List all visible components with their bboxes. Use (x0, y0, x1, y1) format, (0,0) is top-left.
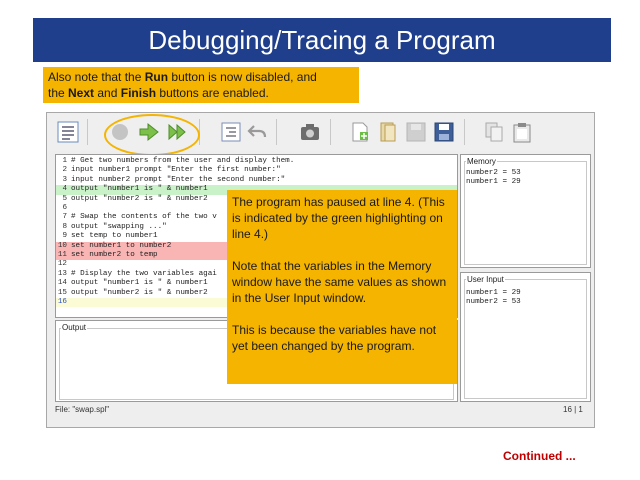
memory-var: number2 = 53 (466, 169, 521, 177)
undo-button[interactable] (246, 121, 268, 143)
user-input-var: number1 = 29 (466, 289, 521, 297)
highlight-ring (104, 114, 200, 156)
line-number: 7 (62, 213, 67, 222)
code-text: set temp to number1 (71, 232, 158, 241)
line-number: 9 (62, 232, 67, 241)
line-number: 10 (57, 241, 67, 250)
memory-panel: Memory number2 = 53 number1 = 29 (460, 154, 591, 268)
line-number: 1 (62, 157, 67, 165)
line-number: 11 (57, 251, 67, 259)
note-text: Also note that the (48, 70, 145, 84)
code-text: output "number2 is " & number2 (71, 194, 208, 203)
memory-var: number1 = 29 (466, 178, 521, 186)
code-text: output "number1 is " & number1 (71, 185, 208, 194)
note-text: the (48, 86, 69, 100)
note-finish-bold: Finish (120, 86, 157, 100)
undo-icon (247, 125, 267, 138)
line-number: 3 (62, 175, 67, 184)
line-number: 2 (62, 166, 67, 175)
indent-icon (221, 122, 241, 142)
code-text: output "swapping ..." (71, 222, 167, 231)
code-text: # Display the two variables agai (71, 269, 217, 278)
code-line[interactable]: 2 input number1 prompt "Enter the first n… (56, 166, 457, 175)
outline-view-button[interactable] (57, 121, 79, 143)
code-line[interactable]: 1 # Get two numbers from the user and dis… (56, 157, 457, 166)
toolbar-separator (87, 119, 88, 145)
callout-paragraph: This is because the variables have not y… (232, 323, 437, 353)
callout-paragraph: Note that the variables in the Memory wi… (232, 259, 447, 305)
code-text: input number2 prompt "Enter the second n… (71, 175, 286, 184)
new-file-button[interactable] (349, 121, 371, 143)
code-text: input number1 prompt "Enter the first nu… (71, 166, 281, 175)
memory-label: Memory (466, 157, 497, 166)
copy-icon (485, 122, 503, 142)
note-text: and (94, 86, 121, 100)
top-note: Also note that the Run button is now dis… (43, 67, 359, 103)
line-number: 13 (57, 269, 67, 278)
user-input-label: User Input (466, 275, 505, 284)
save-button[interactable] (405, 121, 427, 143)
output-label: Output (61, 323, 88, 332)
format-button[interactable] (220, 121, 242, 143)
line-number: 5 (62, 194, 67, 203)
status-file: File: "swap.spl" (55, 405, 110, 414)
line-number: 4 (62, 185, 67, 194)
line-number: 16 (57, 298, 67, 306)
note-text: button is now disabled, and (168, 70, 317, 84)
line-number: 15 (57, 288, 67, 297)
user-input-var: number2 = 53 (466, 298, 521, 306)
user-input-frame (464, 279, 587, 399)
note-next-bold: Next (68, 86, 95, 100)
note-text: buttons are enabled. (156, 86, 269, 100)
code-text: output "number1 is " & number1 (71, 279, 208, 288)
clipboard-icon (513, 123, 531, 143)
continued-label: Continued ... (503, 449, 576, 463)
toolbar-separator (276, 119, 277, 145)
save-as-button[interactable] (433, 121, 455, 143)
save-as-icon (434, 122, 454, 142)
code-text: # Swap the contents of the two v (71, 213, 217, 222)
code-text: set number2 to temp (71, 251, 158, 259)
line-number: 8 (62, 222, 67, 231)
cursor-position: 16 | 1 (563, 405, 583, 414)
open-file-icon (380, 122, 396, 142)
paste-button[interactable] (511, 121, 533, 143)
new-file-icon (352, 122, 368, 142)
camera-icon (301, 124, 319, 140)
toolbar-separator (464, 119, 465, 145)
note-run-bold: Run (144, 70, 169, 84)
save-disabled-icon (406, 122, 426, 142)
open-file-button[interactable] (377, 121, 399, 143)
list-icon (57, 121, 79, 143)
code-text: output "number2 is " & number2 (71, 288, 208, 297)
code-line[interactable]: 3 input number2 prompt "Enter the second … (56, 176, 457, 185)
code-text: # Get two numbers from the user and disp… (71, 157, 295, 165)
screenshot-button[interactable] (299, 121, 321, 143)
code-text: set number1 to number2 (71, 241, 172, 250)
line-number: 6 (62, 204, 67, 212)
toolbar-separator (330, 119, 331, 145)
callout-paragraph: The program has paused at line 4. (This … (232, 195, 445, 241)
copy-button[interactable] (483, 121, 505, 143)
line-number: 14 (57, 279, 67, 288)
slide-title: Debugging/Tracing a Program (33, 18, 611, 62)
explanation-callout: The program has paused at line 4. (This … (227, 190, 457, 384)
user-input-panel: User Input number1 = 29 number2 = 53 (460, 272, 591, 402)
line-number: 12 (57, 260, 67, 269)
